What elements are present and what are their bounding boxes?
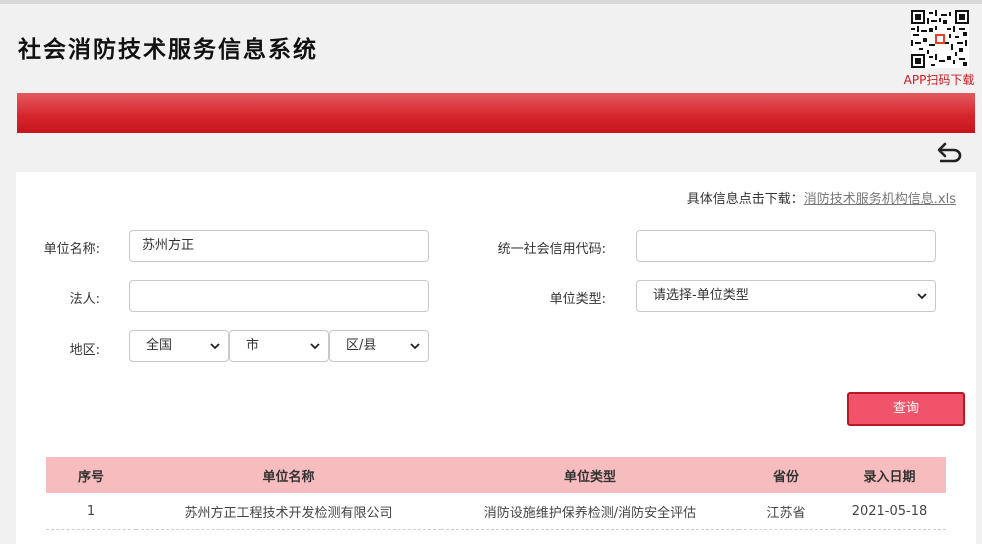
chevron-down-icon (410, 343, 420, 350)
province-selected: 全国 (146, 338, 173, 353)
district-select[interactable]: 区/县 (329, 330, 429, 362)
system-title: 社会消防技术服务信息系统 (18, 36, 318, 63)
table-row[interactable]: 1 苏州方正工程技术开发检测有限公司 消防设施维护保养检测/消防安全评估 江苏省… (46, 493, 946, 530)
column-header-province: 省份 (739, 457, 833, 493)
back-arrow-icon (937, 142, 962, 163)
column-header-unit-name: 单位名称 (136, 457, 441, 493)
search-panel: 具体信息点击下载：消防技术服务机构信息.xls 单位名称: 苏州方正 统一社会信… (16, 172, 976, 544)
city-selected: 市 (246, 338, 260, 353)
column-header-entry-date: 录入日期 (833, 457, 946, 493)
region-label: 地区: (69, 343, 100, 358)
chevron-down-icon (917, 293, 927, 300)
province-select[interactable]: 全国 (129, 330, 229, 362)
top-border (0, 0, 982, 4)
cell-unit-name[interactable]: 苏州方正工程技术开发检测有限公司 (136, 493, 441, 530)
credit-code-label: 统一社会信用代码: (497, 242, 606, 257)
credit-code-input[interactable] (636, 230, 936, 262)
app-download-label: APP扫码下载 (903, 73, 975, 87)
query-button[interactable]: 查询 (847, 392, 965, 426)
unit-type-select[interactable]: 请选择-单位类型 (636, 280, 936, 312)
district-selected: 区/县 (346, 338, 377, 353)
city-select[interactable]: 市 (229, 330, 329, 362)
legal-person-input[interactable] (129, 280, 429, 312)
cell-entry-date: 2021-05-18 (833, 493, 946, 530)
table-header-row: 序号 单位名称 单位类型 省份 录入日期 (46, 457, 946, 493)
cell-index: 1 (46, 493, 136, 530)
unit-type-label: 单位类型: (549, 292, 606, 307)
app-qr-code (911, 10, 969, 68)
chevron-down-icon (310, 343, 320, 350)
red-banner (17, 93, 975, 133)
cell-province: 江苏省 (739, 493, 833, 530)
download-link[interactable]: 消防技术服务机构信息.xls (804, 192, 956, 207)
legal-person-label: 法人: (69, 292, 100, 307)
unit-name-label: 单位名称: (43, 242, 100, 257)
results-table: 序号 单位名称 单位类型 省份 录入日期 1 苏州方正工程技术开发检测有限公司 … (46, 457, 946, 530)
chevron-down-icon (210, 343, 220, 350)
column-header-unit-type: 单位类型 (441, 457, 739, 493)
unit-type-selected: 请选择-单位类型 (653, 288, 749, 303)
download-row: 具体信息点击下载：消防技术服务机构信息.xls (687, 188, 956, 207)
column-header-index: 序号 (46, 457, 136, 493)
cell-unit-type: 消防设施维护保养检测/消防安全评估 (441, 493, 739, 530)
unit-name-input[interactable]: 苏州方正 (129, 230, 429, 262)
back-button[interactable] (934, 140, 964, 166)
download-prefix: 具体信息点击下载： (686, 192, 804, 207)
